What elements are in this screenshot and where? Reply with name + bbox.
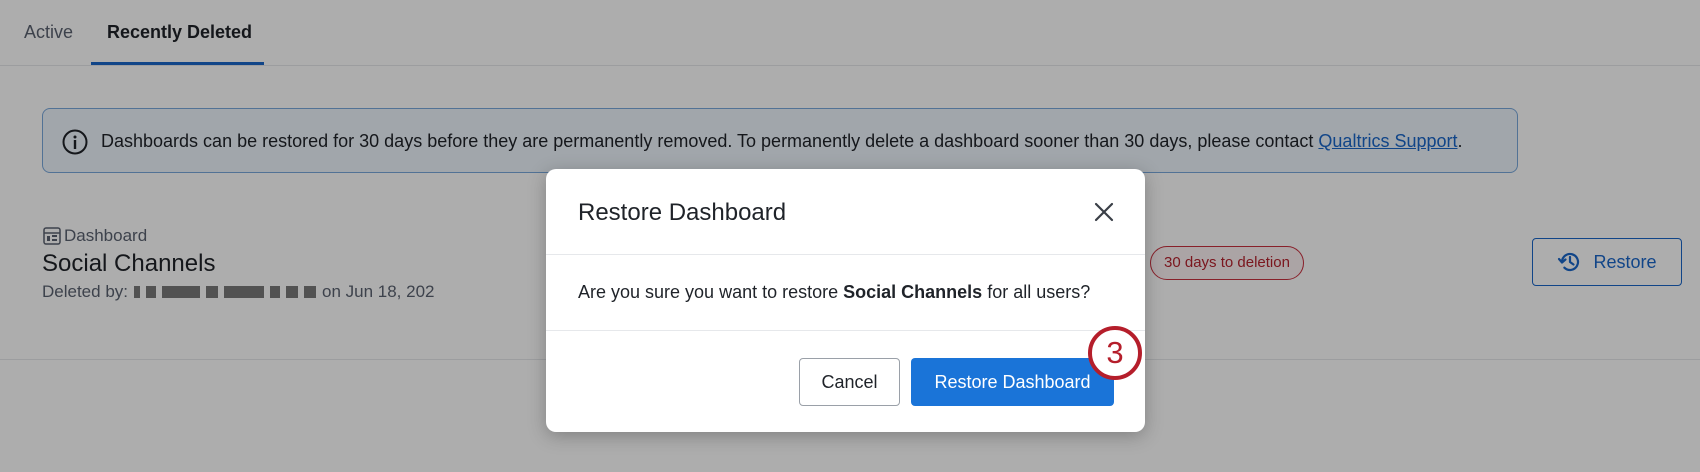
restore-dashboard-dialog: Restore Dashboard Are you sure you want …: [546, 169, 1145, 432]
step-marker: 3: [1088, 326, 1142, 380]
message-dashboard-name: Social Channels: [843, 282, 983, 302]
dialog-message: Are you sure you want to restore Social …: [578, 282, 1090, 303]
dialog-title: Restore Dashboard: [578, 199, 787, 226]
dialog-header: Restore Dashboard: [546, 169, 1145, 255]
close-icon[interactable]: [1092, 200, 1116, 224]
dialog-body: Are you sure you want to restore Social …: [546, 255, 1145, 331]
cancel-button[interactable]: Cancel: [799, 358, 900, 406]
restore-dashboard-button[interactable]: Restore Dashboard: [911, 358, 1114, 406]
message-suffix: for all users?: [982, 282, 1091, 302]
message-prefix: Are you sure you want to restore: [578, 282, 844, 302]
page: Active Recently Deleted Dashboards can b…: [0, 0, 1700, 472]
